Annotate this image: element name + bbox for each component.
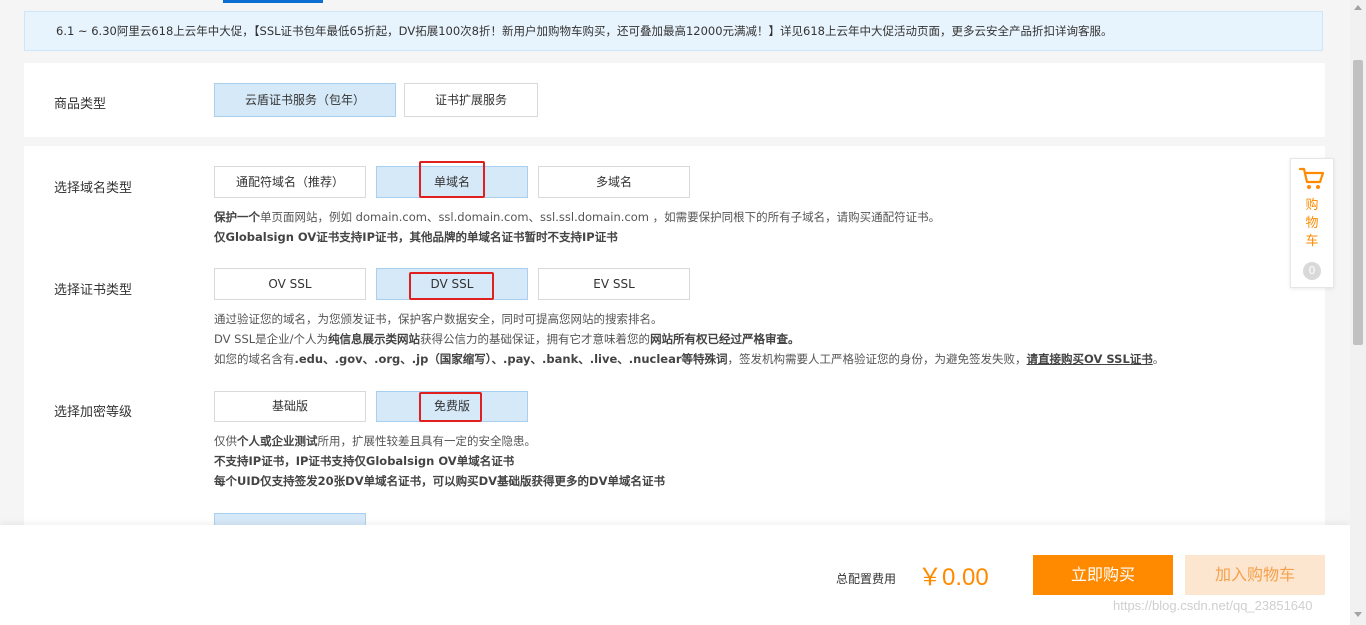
highlight-box-free-edition [419,392,482,422]
promo-banner: 6.1 ~ 6.30阿里云618上云年中大促，【SSL证书包年最低65折起，DV… [24,11,1323,51]
enc-desc-uid-limit: 每个UID仅支持签发20张DV单域名证书，可以购买DV基础版获得更多的DV单域名… [214,474,666,488]
cert-type-description: 通过验证您的域名，为您颁发证书，保护客户数据安全，同时可提高您网站的搜索排名。 … [214,309,1164,369]
option-ov-ssl[interactable]: OV SSL [214,268,366,300]
option-multi-domain[interactable]: 多域名 [538,166,690,198]
scrollbar-thumb[interactable] [1353,60,1363,345]
cert-desc3-a: 如您的域名含有 [214,352,295,366]
cert-desc3-end: 。 [1152,352,1165,366]
cert-desc2-c: 获得公信力的基础保证，拥有它才意味着您的 [420,332,651,346]
purchase-bar: 总配置费用 ￥0.00 立即购买 加入购物车 https://blog.csdn… [0,525,1350,625]
cert-desc3-c: ，签发机构需要人工严格验证您的身份，为避免签发失败， [727,352,1027,366]
cart-char-1: 购 [1305,198,1319,213]
domain-type-label: 选择域名类型 [54,181,133,196]
cart-char-2: 物 [1305,216,1319,231]
cert-desc-line1: 通过验证您的域名，为您颁发证书，保护客户数据安全，同时可提高您网站的搜索排名。 [214,312,663,326]
option-basic-edition[interactable]: 基础版 [214,391,366,422]
option-cert-extension-service[interactable]: 证书扩展服务 [404,83,538,117]
shopping-cart-icon [1298,167,1325,195]
buy-now-button[interactable]: 立即购买 [1033,555,1173,595]
enc-desc1-b: 个人或企业测试 [237,434,318,448]
product-type-section: 商品类型 云盾证书服务（包年） 证书扩展服务 [24,63,1325,137]
encryption-level-label: 选择加密等级 [54,405,133,420]
scroll-down-arrow-icon[interactable] [1354,612,1362,617]
enc-desc1-a: 仅供 [214,434,237,448]
highlight-box-dv-ssl [409,272,494,300]
cert-type-label: 选择证书类型 [54,283,133,298]
domain-desc-bold: 保护一个 [214,210,260,224]
cart-char-3: 车 [1305,234,1319,249]
total-cost-label: 总配置费用 [836,572,897,586]
promo-text: 6.1 ~ 6.30阿里云618上云年中大促，【SSL证书包年最低65折起，DV… [56,24,1113,38]
cert-desc2-b: 纯信息展示类网站 [328,332,421,346]
enc-desc-ip-note: 不支持IP证书，IP证书支持仅Globalsign OV单域名证书 [214,454,515,468]
cert-desc2-d: 网站所有权已经过严格审查。 [650,332,800,346]
domain-type-description: 保护一个单页面网站，例如 domain.com、ssl.domain.com、s… [214,207,940,247]
top-tab-accent [223,0,323,3]
watermark-text: https://blog.csdn.net/qq_23851640 [1113,598,1313,613]
cart-count-badge: 0 [1303,262,1321,280]
cert-desc2-a: DV SSL是企业/个人为 [214,332,329,346]
floating-cart-label: 购 物 车 [1291,197,1333,251]
highlight-box-single-domain [419,161,485,198]
option-cert-service-annual[interactable]: 云盾证书服务（包年） [214,83,396,117]
buy-ov-ssl-link[interactable]: 请直接购买OV SSL证书 [1027,352,1153,366]
add-to-cart-button[interactable]: 加入购物车 [1185,555,1325,595]
total-cost-value: ￥0.00 [918,564,989,591]
encryption-description: 仅供个人或企业测试所用，扩展性较差且具有一定的安全隐患。 不支持IP证书，IP证… [214,431,665,491]
product-type-label: 商品类型 [54,97,107,112]
domain-desc-ip-note: 仅Globalsign OV证书支持IP证书，其他品牌的单域名证书暂时不支持IP… [214,230,618,244]
floating-cart[interactable]: 购 物 车 0 [1290,158,1334,288]
config-section: 选择域名类型 通配符域名（推荐） 单域名 多域名 保护一个单页面网站，例如 do… [24,146,1325,537]
cert-desc3-b: .edu、.gov、.org、.jp（国家缩写）、.pay、.bank、.liv… [294,352,728,366]
option-wildcard-domain[interactable]: 通配符域名（推荐） [214,166,366,198]
scroll-up-arrow-icon[interactable] [1354,5,1362,10]
domain-desc-text: 单页面网站，例如 domain.com、ssl.domain.com、ssl.s… [260,210,941,224]
enc-desc1-c: 所用，扩展性较差且具有一定的安全隐患。 [317,434,537,448]
option-ev-ssl[interactable]: EV SSL [538,268,690,300]
page-scrollbar[interactable] [1350,0,1366,625]
